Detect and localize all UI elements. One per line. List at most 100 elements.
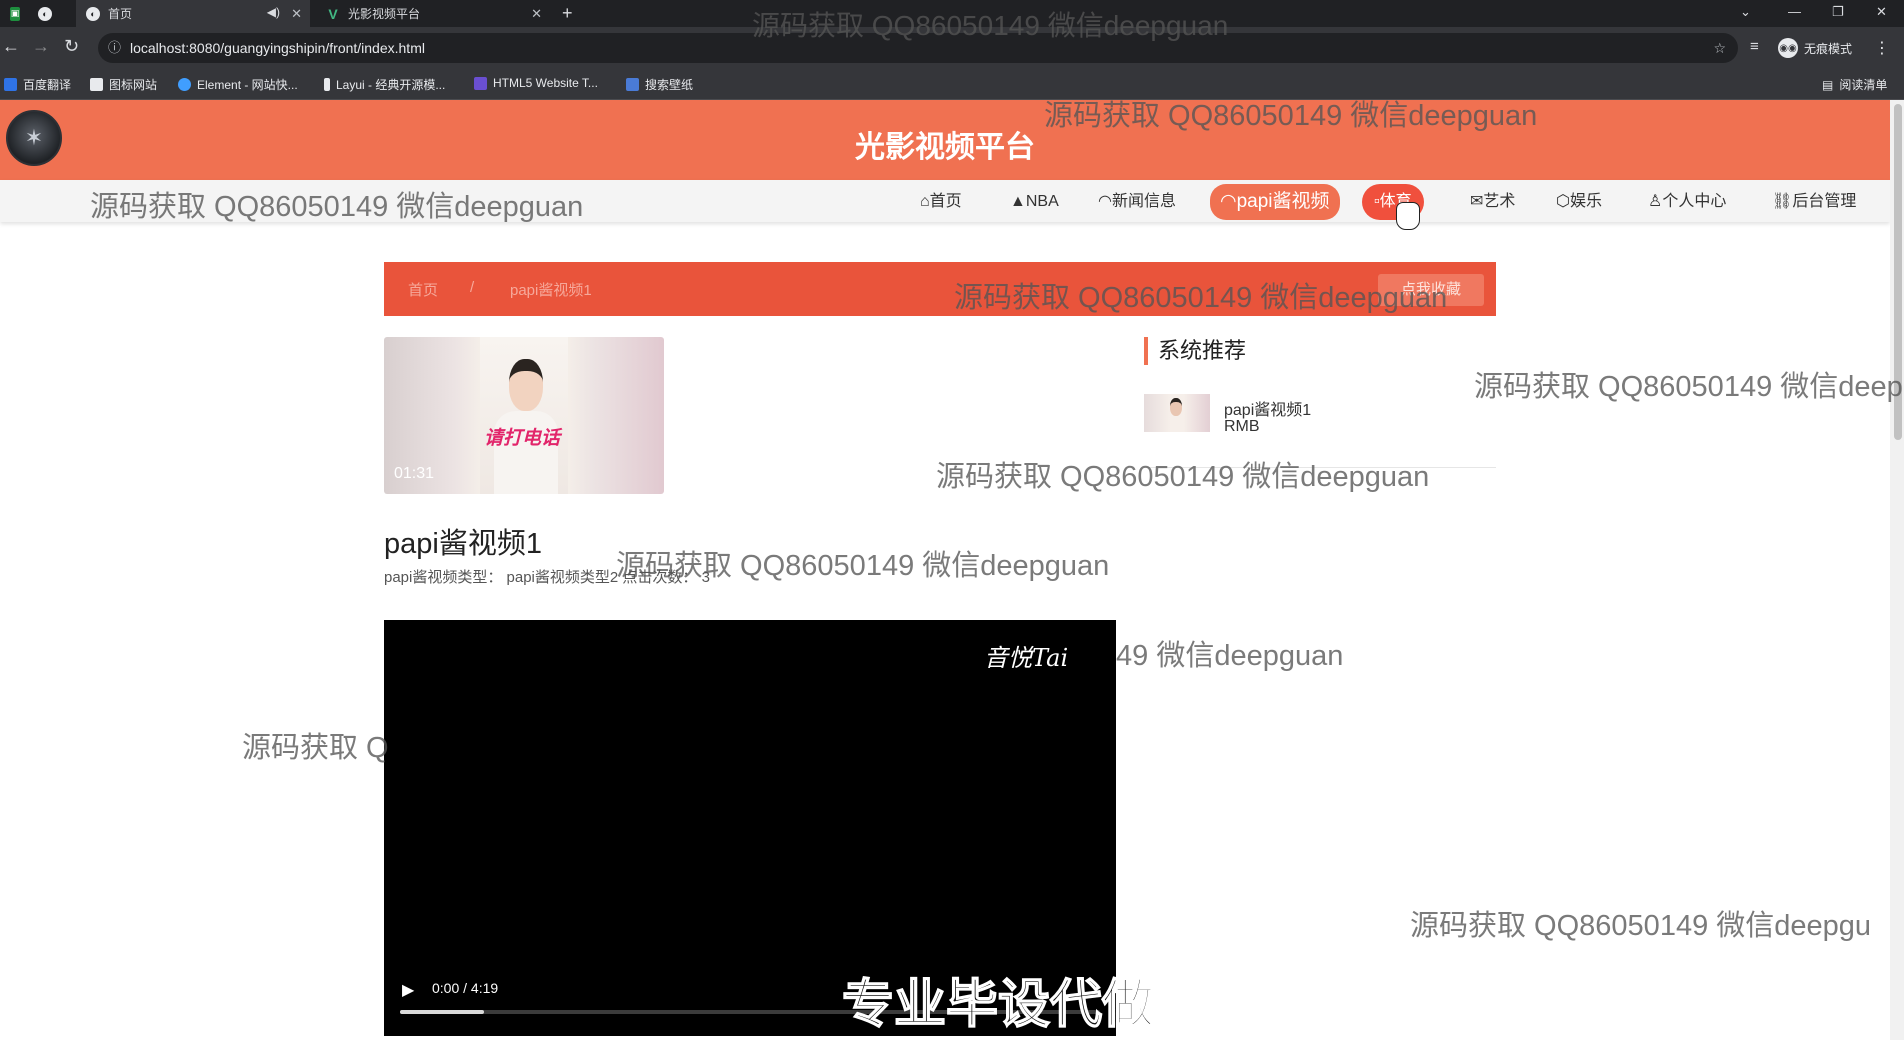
- nav-papi-video[interactable]: ◠papi酱视频: [1210, 184, 1340, 220]
- thumbnail-face: [509, 359, 543, 411]
- reload-icon[interactable]: ↻: [64, 36, 79, 57]
- nav-art[interactable]: ✉艺术: [1470, 189, 1515, 215]
- close-icon[interactable]: ✕: [291, 6, 302, 22]
- browser-tab-home[interactable]: ◐ 首页 ◀) ✕: [76, 0, 310, 27]
- incognito-indicator[interactable]: ◉◉ 无痕模式 ⋮: [1778, 38, 1890, 58]
- more-menu-icon[interactable]: ⋮: [1874, 38, 1890, 58]
- bookmarks-bar: 百度翻译 图标网站 Element - 网站快... Layui - 经典开源模…: [0, 69, 1904, 100]
- browser-tab-bar: ▣ ◐ ◐ 首页 ◀) ✕ V 光影视频平台 ✕ + ⌄ — ❐ ✕: [0, 0, 1904, 27]
- tab-title: 首页: [108, 7, 133, 21]
- bookmark-item[interactable]: 百度翻译: [4, 76, 71, 93]
- wallpaper-icon: [626, 78, 639, 91]
- bookmark-item[interactable]: HTML5 Website T...: [474, 76, 598, 90]
- new-tab-button[interactable]: +: [562, 0, 586, 27]
- close-icon[interactable]: ✕: [531, 6, 542, 22]
- watermark: 49 微信deepguan: [1116, 640, 1344, 672]
- site-header: ✶ 光影视频平台: [0, 100, 1890, 180]
- reading-list-label: 阅读清单: [1839, 78, 1888, 92]
- video-thumbnail[interactable]: 请打电话 01:31: [384, 337, 664, 494]
- collect-button[interactable]: 点我收藏: [1378, 274, 1484, 306]
- mail-icon: ✉: [1470, 193, 1484, 210]
- globe-icon: ◐: [38, 6, 52, 21]
- browser-tab-pinned-2[interactable]: ◐: [28, 0, 76, 27]
- recommend-thumbnail[interactable]: [1144, 394, 1210, 432]
- incognito-icon: ◉◉: [1778, 38, 1798, 58]
- element-icon: [178, 78, 191, 91]
- info-icon[interactable]: ⓘ: [108, 33, 121, 63]
- star-icon[interactable]: ☆: [1713, 33, 1726, 63]
- watermark: 源码获取 QQ86050149 微信deepgu: [1410, 910, 1872, 942]
- vue-icon: V: [328, 5, 338, 22]
- bell-icon: ◠: [1220, 191, 1237, 212]
- speaker-icon[interactable]: ◀): [267, 5, 280, 19]
- bell-icon: ◠: [1098, 193, 1112, 210]
- browser-toolbar: ← → ↻ ⓘ localhost:8080/guangyingshipin/f…: [0, 27, 1904, 69]
- bookmark-label: HTML5 Website T...: [493, 76, 598, 90]
- close-window-icon[interactable]: ✕: [1876, 4, 1887, 20]
- chevron-down-icon[interactable]: ⌄: [1740, 4, 1751, 20]
- breadcrumb-home[interactable]: 首页: [408, 279, 438, 300]
- bookmark-item[interactable]: Layui - 经典开源模...: [324, 76, 445, 93]
- user-icon: ♙: [1648, 193, 1663, 210]
- recommend-thumb-face: [1170, 398, 1182, 416]
- bookmark-item[interactable]: 图标网站: [90, 76, 157, 93]
- layui-icon: [324, 78, 330, 91]
- main-nav: ⌂首页 ▲NBA ◠新闻信息 ◠papi酱视频 ▫体育 ✉艺术 ⬡娱乐 ♙个人中…: [0, 180, 1890, 222]
- url-text[interactable]: localhost:8080/guangyingshipin/front/ind…: [130, 33, 425, 63]
- cube-icon: ⬡: [1556, 193, 1570, 210]
- nav-home[interactable]: ⌂首页: [920, 189, 962, 215]
- bookmark-label: 百度翻译: [23, 78, 72, 92]
- nav-user-center[interactable]: ♙个人中心: [1648, 189, 1726, 215]
- browser-tab-platform[interactable]: V 光影视频平台 ✕: [316, 0, 550, 27]
- globe-icon: ◐: [86, 6, 100, 21]
- site-title: 光影视频平台: [855, 131, 1035, 164]
- recommend-price: RMB: [1224, 418, 1260, 435]
- house-icon: ⌂: [920, 193, 930, 210]
- divider: [1144, 467, 1496, 468]
- tab-search-icon[interactable]: ≡: [1750, 38, 1759, 55]
- nav-news[interactable]: ◠新闻信息: [1098, 189, 1176, 215]
- minimize-icon[interactable]: —: [1788, 4, 1801, 19]
- hand-cursor-icon: [1396, 202, 1420, 230]
- address-bar[interactable]: ⓘ localhost:8080/guangyingshipin/front/i…: [98, 33, 1738, 63]
- restore-icon[interactable]: ❐: [1832, 4, 1844, 20]
- breadcrumb-current: papi酱视频1: [510, 282, 592, 299]
- video-title: papi酱视频1: [384, 528, 542, 560]
- bookmark-label: 搜索壁纸: [645, 78, 694, 92]
- progress-fill: [400, 1010, 484, 1014]
- watermark: 源码获取 Q: [242, 732, 389, 764]
- bookmark-item[interactable]: 搜索壁纸: [626, 76, 693, 93]
- video-signature: 音悦Tai: [984, 644, 1069, 672]
- recommend-title: 系统推荐: [1144, 337, 1246, 365]
- terminal-icon: ▣: [10, 6, 20, 21]
- bookmark-label: 图标网站: [109, 78, 158, 92]
- reading-list-icon: ▤: [1822, 77, 1834, 92]
- breadcrumb-separator: /: [470, 279, 475, 296]
- browser-tab-pinned-1[interactable]: ▣: [0, 0, 28, 27]
- banner-watermark: 专业毕设代做: [841, 975, 1155, 1035]
- back-icon[interactable]: ←: [2, 36, 20, 57]
- reading-list[interactable]: ▤ 阅读清单: [1822, 76, 1887, 93]
- tab-title: 光影视频平台: [348, 7, 421, 21]
- breadcrumb: 首页 / papi酱视频1: [384, 262, 1496, 316]
- scrollbar-thumb[interactable]: [1894, 104, 1902, 440]
- bookmark-item[interactable]: Element - 网站快...: [178, 76, 298, 93]
- html5-icon: [474, 76, 487, 90]
- bookmark-label: Layui - 经典开源模...: [336, 78, 446, 92]
- nav-entertainment[interactable]: ⬡娱乐: [1556, 189, 1602, 215]
- nav-nba[interactable]: ▲NBA: [1010, 189, 1059, 215]
- bookmark-label: Element - 网站快...: [197, 78, 298, 92]
- forward-icon[interactable]: →: [32, 36, 50, 57]
- video-time: 0:00 / 4:19: [432, 980, 499, 996]
- video-meta: papi酱视频类型： papi酱视频类型2 点击次数： 3: [384, 569, 710, 586]
- video-duration: 01:31: [394, 465, 435, 482]
- cap-icon: ▲: [1010, 193, 1026, 210]
- flag-icon: [90, 78, 103, 91]
- recommend-name[interactable]: papi酱视频1: [1224, 396, 1311, 420]
- link-icon: ⛓: [1772, 193, 1793, 210]
- nav-admin[interactable]: ⛓后台管理: [1772, 189, 1856, 215]
- watermark: 源码获取 QQ86050149 微信deep: [1474, 371, 1903, 403]
- watermark: 源码获取 QQ86050149 微信deepguan: [936, 461, 1430, 493]
- incognito-label: 无痕模式: [1804, 41, 1853, 56]
- play-icon[interactable]: ▶: [402, 980, 414, 1000]
